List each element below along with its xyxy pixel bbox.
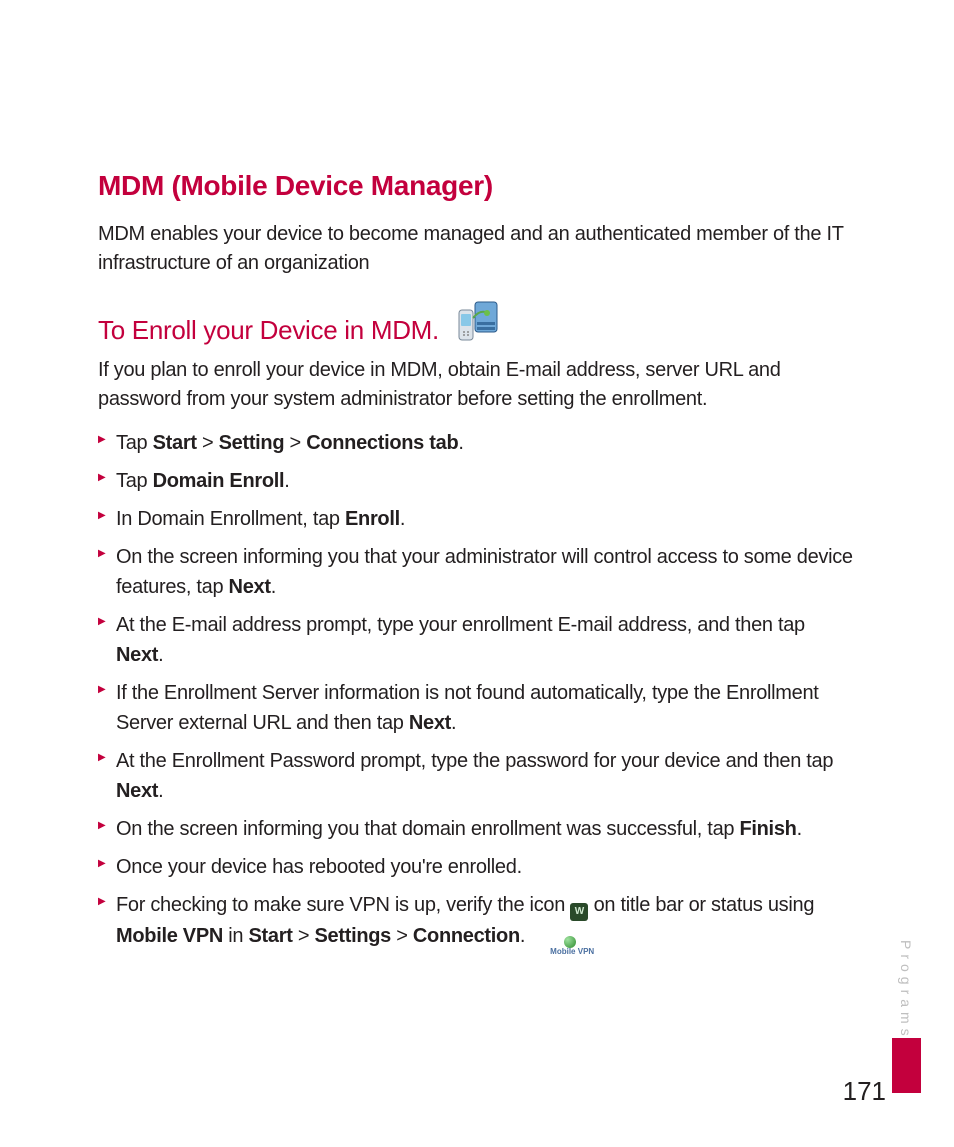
subheading-row: To Enroll your Device in MDM.	[98, 300, 856, 346]
sub-heading: To Enroll your Device in MDM.	[98, 315, 439, 346]
side-tab-label: Programs	[898, 940, 914, 1041]
steps-list: Tap Start > Setting > Connections tab. T…	[98, 428, 856, 958]
mdm-phone-server-icon	[449, 300, 503, 346]
step-item: At the Enrollment Password prompt, type …	[98, 746, 856, 806]
step-item: On the screen informing you that domain …	[98, 814, 856, 844]
step-item: At the E-mail address prompt, type your …	[98, 610, 856, 670]
vpn-status-icon: W	[570, 903, 588, 921]
step-item: Tap Domain Enroll.	[98, 466, 856, 496]
step-item-vpn: For checking to make sure VPN is up, ver…	[98, 890, 856, 958]
step-item: If the Enrollment Server information is …	[98, 678, 856, 738]
step-item: In Domain Enrollment, tap Enroll.	[98, 504, 856, 534]
step-item: Tap Start > Setting > Connections tab.	[98, 428, 856, 458]
intro-paragraph: MDM enables your device to become manage…	[98, 220, 856, 278]
step-item: On the screen informing you that your ad…	[98, 542, 856, 602]
section-heading: MDM (Mobile Device Manager)	[98, 170, 856, 202]
page-number: 171	[843, 1076, 886, 1107]
step-item: Once your device has rebooted you're enr…	[98, 852, 856, 882]
page-content: MDM (Mobile Device Manager) MDM enables …	[0, 0, 954, 958]
side-tab-marker	[892, 1038, 921, 1093]
mobile-vpn-icon: Mobile VPN	[546, 944, 598, 958]
sub-body-paragraph: If you plan to enroll your device in MDM…	[98, 356, 856, 414]
